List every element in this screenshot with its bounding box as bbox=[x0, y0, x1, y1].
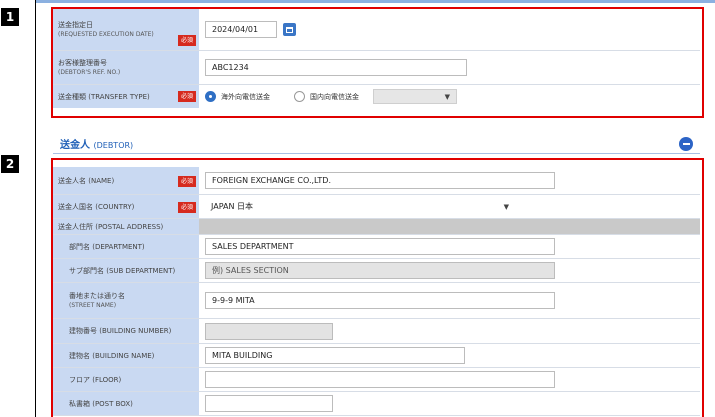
highlight-box-2 bbox=[51, 158, 704, 417]
section-divider bbox=[53, 153, 700, 154]
section-title-en: (DEBTOR) bbox=[93, 141, 134, 150]
callout-1: 1 bbox=[1, 8, 19, 26]
debtor-section-title: 送金人 (DEBTOR) bbox=[60, 136, 133, 151]
highlight-box-1 bbox=[51, 7, 704, 118]
section-title-text: 送金人 bbox=[60, 140, 90, 151]
callout-2: 2 bbox=[1, 155, 19, 173]
collapse-icon[interactable] bbox=[679, 137, 693, 151]
